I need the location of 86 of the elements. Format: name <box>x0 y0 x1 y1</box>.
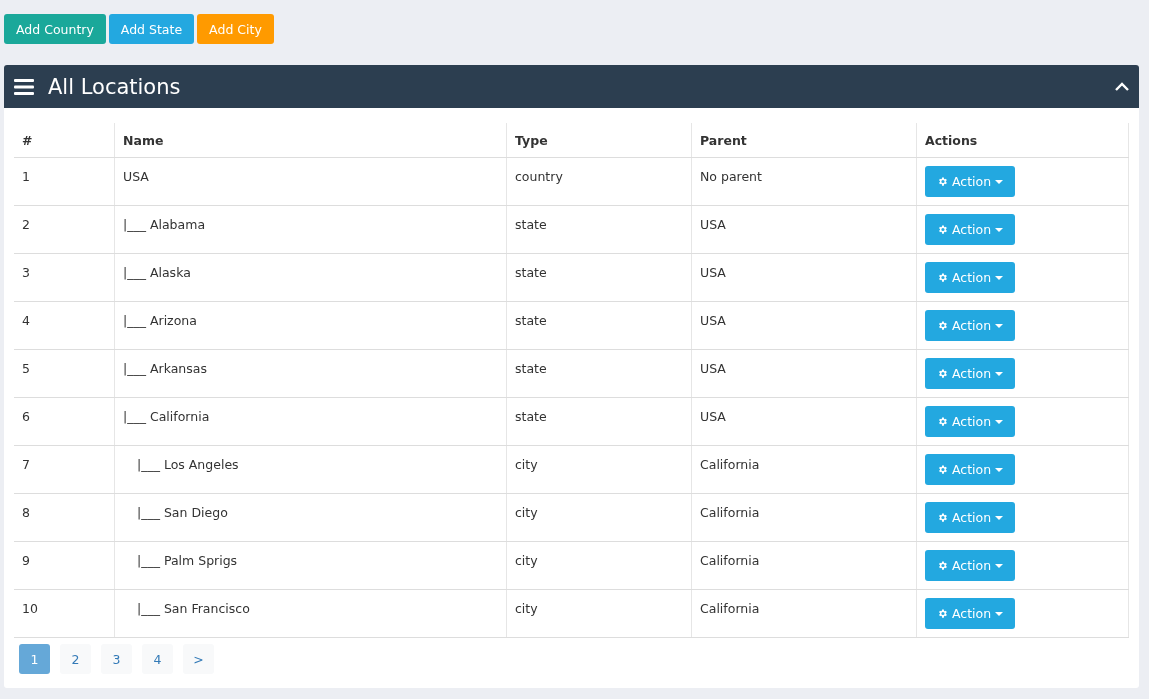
caret-icon <box>995 227 1004 232</box>
page-button[interactable]: > <box>183 644 214 674</box>
location-type: state <box>515 360 548 376</box>
column-header: Parent <box>691 123 917 158</box>
row-number: 7 <box>22 456 31 472</box>
row-number: 2 <box>22 216 31 232</box>
location-type: country <box>515 168 564 184</box>
location-name: |___ Arkansas <box>123 360 208 376</box>
location-name: |___ California <box>123 408 211 424</box>
row-number: 1 <box>22 168 31 184</box>
location-parent: California <box>700 600 761 616</box>
action-button[interactable]: Action <box>925 502 1016 533</box>
gear-icon <box>937 464 948 475</box>
panel-title: All Locations <box>48 74 182 99</box>
gear-icon <box>937 416 948 427</box>
caret-icon <box>995 323 1004 328</box>
row-number: 8 <box>22 504 31 520</box>
row-number: 9 <box>22 552 31 568</box>
location-type: state <box>515 264 548 280</box>
chevron-up-icon[interactable] <box>1115 82 1129 91</box>
location-parent: USA <box>700 408 727 424</box>
location-parent: California <box>700 552 761 568</box>
location-type: city <box>515 456 539 472</box>
page-button[interactable]: 4 <box>142 644 173 674</box>
caret-icon <box>995 563 1004 568</box>
action-button[interactable]: Action <box>925 454 1016 485</box>
location-parent: USA <box>700 216 727 232</box>
caret-icon <box>995 179 1004 184</box>
gear-icon <box>937 176 948 187</box>
location-name: |___ Arizona <box>123 312 198 328</box>
caret-icon <box>995 275 1004 280</box>
menu-icon <box>14 78 34 95</box>
location-type: state <box>515 312 548 328</box>
location-name: |___ San Francisco <box>136 600 251 616</box>
action-button[interactable]: Action <box>925 406 1016 437</box>
add-button[interactable]: Add State <box>108 14 195 44</box>
page-button[interactable]: 2 <box>60 644 91 674</box>
location-type: city <box>515 504 539 520</box>
location-type: state <box>515 216 548 232</box>
location-parent: USA <box>700 264 727 280</box>
location-type: state <box>515 408 548 424</box>
location-name: |___ Los Angeles <box>136 456 240 472</box>
location-parent: USA <box>700 360 727 376</box>
location-parent: USA <box>700 312 727 328</box>
location-name: USA <box>123 168 150 184</box>
action-button[interactable]: Action <box>925 550 1016 581</box>
gear-icon <box>937 608 948 619</box>
add-button[interactable]: Add Country <box>4 14 106 44</box>
action-button[interactable]: Action <box>925 310 1016 341</box>
location-type: city <box>515 552 539 568</box>
caret-icon <box>995 371 1004 376</box>
action-button[interactable]: Action <box>925 598 1016 629</box>
gear-icon <box>937 272 948 283</box>
action-button[interactable]: Action <box>925 214 1016 245</box>
row-number: 3 <box>22 264 31 280</box>
caret-icon <box>995 611 1004 616</box>
action-button[interactable]: Action <box>925 358 1016 389</box>
row-number: 5 <box>22 360 31 376</box>
gear-icon <box>937 320 948 331</box>
page-button[interactable]: 1 <box>19 644 50 674</box>
column-header: Type <box>506 123 692 158</box>
location-name: |___ Alabama <box>123 216 207 232</box>
column-header: Name <box>114 123 507 158</box>
caret-icon <box>995 467 1004 472</box>
location-parent: No parent <box>700 168 763 184</box>
gear-icon <box>937 224 948 235</box>
location-type: city <box>515 600 539 616</box>
action-button[interactable]: Action <box>925 262 1016 293</box>
caret-icon <box>995 419 1004 424</box>
row-number: 6 <box>22 408 31 424</box>
column-header: # <box>14 123 115 158</box>
column-header: Actions <box>916 123 1129 158</box>
location-name: |___ Palm Sprigs <box>136 552 239 568</box>
gear-icon <box>937 512 948 523</box>
add-button[interactable]: Add City <box>197 14 274 44</box>
page-button[interactable]: 3 <box>101 644 132 674</box>
row-number: 10 <box>22 600 39 616</box>
gear-icon <box>937 560 948 571</box>
row-number: 4 <box>22 312 31 328</box>
location-name: |___ Alaska <box>123 264 192 280</box>
location-parent: California <box>700 456 761 472</box>
action-button[interactable]: Action <box>925 166 1016 197</box>
location-name: |___ San Diego <box>136 504 229 520</box>
location-parent: California <box>700 504 761 520</box>
gear-icon <box>937 368 948 379</box>
caret-icon <box>995 515 1004 520</box>
